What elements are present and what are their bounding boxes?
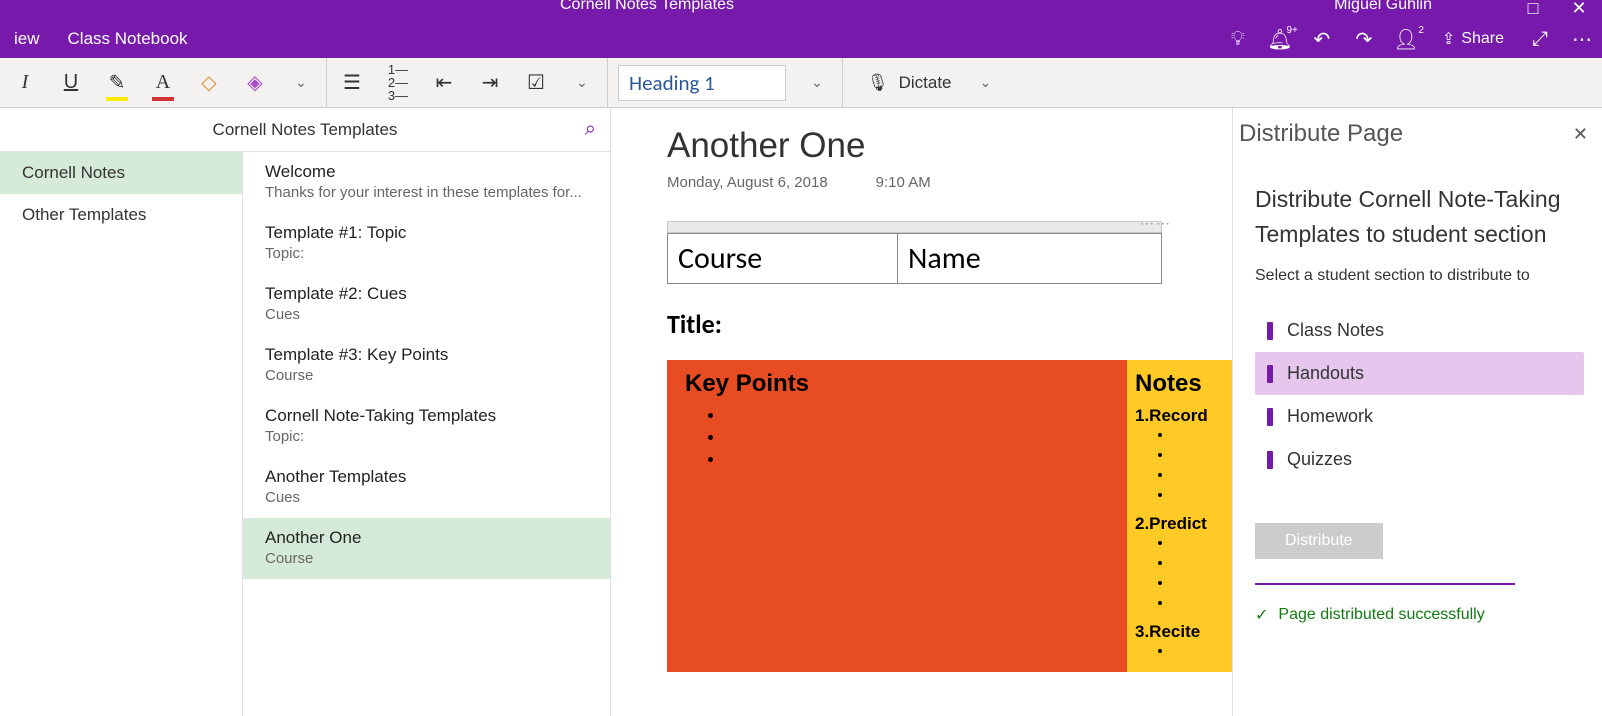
- highlight-icon[interactable]: ✎: [102, 68, 132, 98]
- student-section-homework[interactable]: Homework: [1255, 395, 1584, 438]
- close-icon[interactable]: ✕: [1565, 124, 1596, 145]
- distribute-pane: Distribute Page ✕ Distribute Cornell Not…: [1232, 108, 1602, 716]
- page-time: 9:10 AM: [876, 174, 931, 191]
- drag-handle-icon[interactable]: ⋯⋯: [1140, 215, 1172, 232]
- chevron-down-icon[interactable]: ⌄: [286, 68, 316, 98]
- pane-subtext: Select a student section to distribute t…: [1255, 267, 1584, 285]
- student-section-handouts[interactable]: Handouts: [1255, 352, 1584, 395]
- nav-header: Cornell Notes Templates ⌕: [0, 108, 610, 152]
- numbering-icon[interactable]: 1—2—3—: [383, 68, 413, 98]
- page-item[interactable]: WelcomeThanks for your interest in these…: [243, 152, 610, 213]
- share-button[interactable]: ⇪Share: [1434, 29, 1512, 49]
- user-name: Miguel Guhlin: [1334, 0, 1432, 14]
- success-message: ✓ Page distributed successfully: [1255, 605, 1584, 625]
- indent-icon[interactable]: ⇥: [475, 68, 505, 98]
- clear-formatting-icon[interactable]: ◇: [194, 68, 224, 98]
- fullscreen-icon[interactable]: ⤢: [1526, 28, 1554, 51]
- section-other-templates[interactable]: Other Templates: [0, 194, 242, 236]
- bell-icon[interactable]: 🔔︎9+: [1266, 27, 1294, 52]
- chevron-down-icon[interactable]: ⌄: [980, 74, 992, 91]
- redo-icon[interactable]: ↷: [1350, 27, 1378, 52]
- section-tab-icon: [1267, 365, 1273, 383]
- account-icon[interactable]: 👤︎2: [1392, 27, 1420, 52]
- page-item[interactable]: Another TemplatesCues: [243, 457, 610, 518]
- menu-bar: iew Class Notebook 💡︎ 🔔︎9+ ↶ ↷ 👤︎2 ⇪Shar…: [0, 20, 1602, 58]
- page-item[interactable]: Template #2: CuesCues: [243, 274, 610, 335]
- font-color-icon[interactable]: A: [148, 68, 178, 98]
- notes-step: 3.Recite: [1135, 622, 1224, 642]
- microphone-icon: 🎙︎: [867, 73, 889, 93]
- dictate-button[interactable]: 🎙︎ Dictate ⌄: [853, 73, 1005, 93]
- section-tab-icon: [1267, 451, 1273, 469]
- document-title: Cornell Notes Templates: [560, 0, 734, 14]
- page-item[interactable]: Cornell Note-Taking TemplatesTopic:: [243, 396, 610, 457]
- section-cornell-notes[interactable]: Cornell Notes: [0, 152, 242, 194]
- section-tab-icon: [1267, 408, 1273, 426]
- key-points-column[interactable]: Key Points: [667, 360, 1127, 672]
- course-name-table[interactable]: Course Name: [667, 233, 1162, 284]
- notes-header: Notes: [1135, 370, 1224, 398]
- undo-icon[interactable]: ↶: [1308, 27, 1336, 52]
- student-section-list: Class Notes Handouts Homework Quizzes: [1255, 309, 1584, 481]
- section-list: Cornell Notes Other Templates: [0, 152, 243, 716]
- tab-view[interactable]: iew: [0, 20, 54, 58]
- key-points-header: Key Points: [685, 370, 1109, 398]
- minimize-icon[interactable]: □: [1510, 0, 1556, 19]
- student-section-class-notes[interactable]: Class Notes: [1255, 309, 1584, 352]
- page-canvas[interactable]: Another One Monday, August 6, 2018 9:10 …: [611, 108, 1232, 716]
- format-painter-icon[interactable]: ◈: [240, 68, 270, 98]
- notes-step: 1.Record: [1135, 406, 1224, 426]
- tab-class-notebook[interactable]: Class Notebook: [54, 20, 202, 58]
- key-points-table[interactable]: Key Points Notes 1.Record 2.Predict 3.Re…: [667, 360, 1232, 672]
- student-section-quizzes[interactable]: Quizzes: [1255, 438, 1584, 481]
- notes-column[interactable]: Notes 1.Record 2.Predict 3.Recite: [1127, 360, 1232, 672]
- pane-heading: Distribute Cornell Note-Taking Templates…: [1255, 182, 1584, 251]
- progress-bar: [1255, 583, 1515, 585]
- style-picker[interactable]: Heading 1: [618, 65, 786, 101]
- page-item[interactable]: Another OneCourse: [243, 518, 610, 579]
- page-item[interactable]: Template #3: Key PointsCourse: [243, 335, 610, 396]
- title-bar: Cornell Notes Templates Miguel Guhlin □ …: [0, 0, 1602, 20]
- page-title[interactable]: Another One: [667, 126, 1232, 166]
- underline-icon[interactable]: U: [56, 68, 86, 98]
- lightbulb-icon[interactable]: 💡︎: [1224, 28, 1252, 51]
- note-container[interactable]: ⋯⋯ Course Name Title: Key Points Notes 1…: [667, 221, 1232, 672]
- close-icon[interactable]: ✕: [1556, 0, 1602, 19]
- section-tab-icon: [1267, 322, 1273, 340]
- search-icon[interactable]: ⌕: [585, 118, 596, 141]
- notes-step: 2.Predict: [1135, 514, 1224, 534]
- share-icon: ⇪: [1442, 29, 1455, 49]
- chevron-down-icon[interactable]: ⌄: [802, 68, 832, 98]
- outdent-icon[interactable]: ⇤: [429, 68, 459, 98]
- bullets-icon[interactable]: ☰: [337, 68, 367, 98]
- more-icon[interactable]: ⋯: [1568, 27, 1596, 52]
- title-label[interactable]: Title:: [667, 308, 1232, 340]
- chevron-down-icon[interactable]: ⌄: [567, 68, 597, 98]
- notification-badge: 9+: [1286, 25, 1297, 36]
- todo-icon[interactable]: ☑: [521, 68, 551, 98]
- page-date: Monday, August 6, 2018: [667, 174, 828, 191]
- course-cell[interactable]: Course: [668, 234, 898, 284]
- checkmark-icon: ✓: [1255, 605, 1268, 625]
- distribute-button[interactable]: Distribute: [1255, 523, 1383, 559]
- ribbon: I U ✎ A ◇ ◈ ⌄ ☰ 1—2—3— ⇤ ⇥ ☑ ⌄ Heading 1…: [0, 58, 1602, 108]
- name-cell[interactable]: Name: [898, 234, 1162, 284]
- navigation-panel: Cornell Notes Templates ⌕ Cornell Notes …: [0, 108, 611, 716]
- page-list: WelcomeThanks for your interest in these…: [243, 152, 610, 716]
- italic-icon[interactable]: I: [10, 68, 40, 98]
- container-grip[interactable]: [667, 221, 1162, 233]
- pane-title: Distribute Page: [1239, 120, 1403, 148]
- page-item[interactable]: Template #1: TopicTopic:: [243, 213, 610, 274]
- notebook-title[interactable]: Cornell Notes Templates: [0, 120, 610, 140]
